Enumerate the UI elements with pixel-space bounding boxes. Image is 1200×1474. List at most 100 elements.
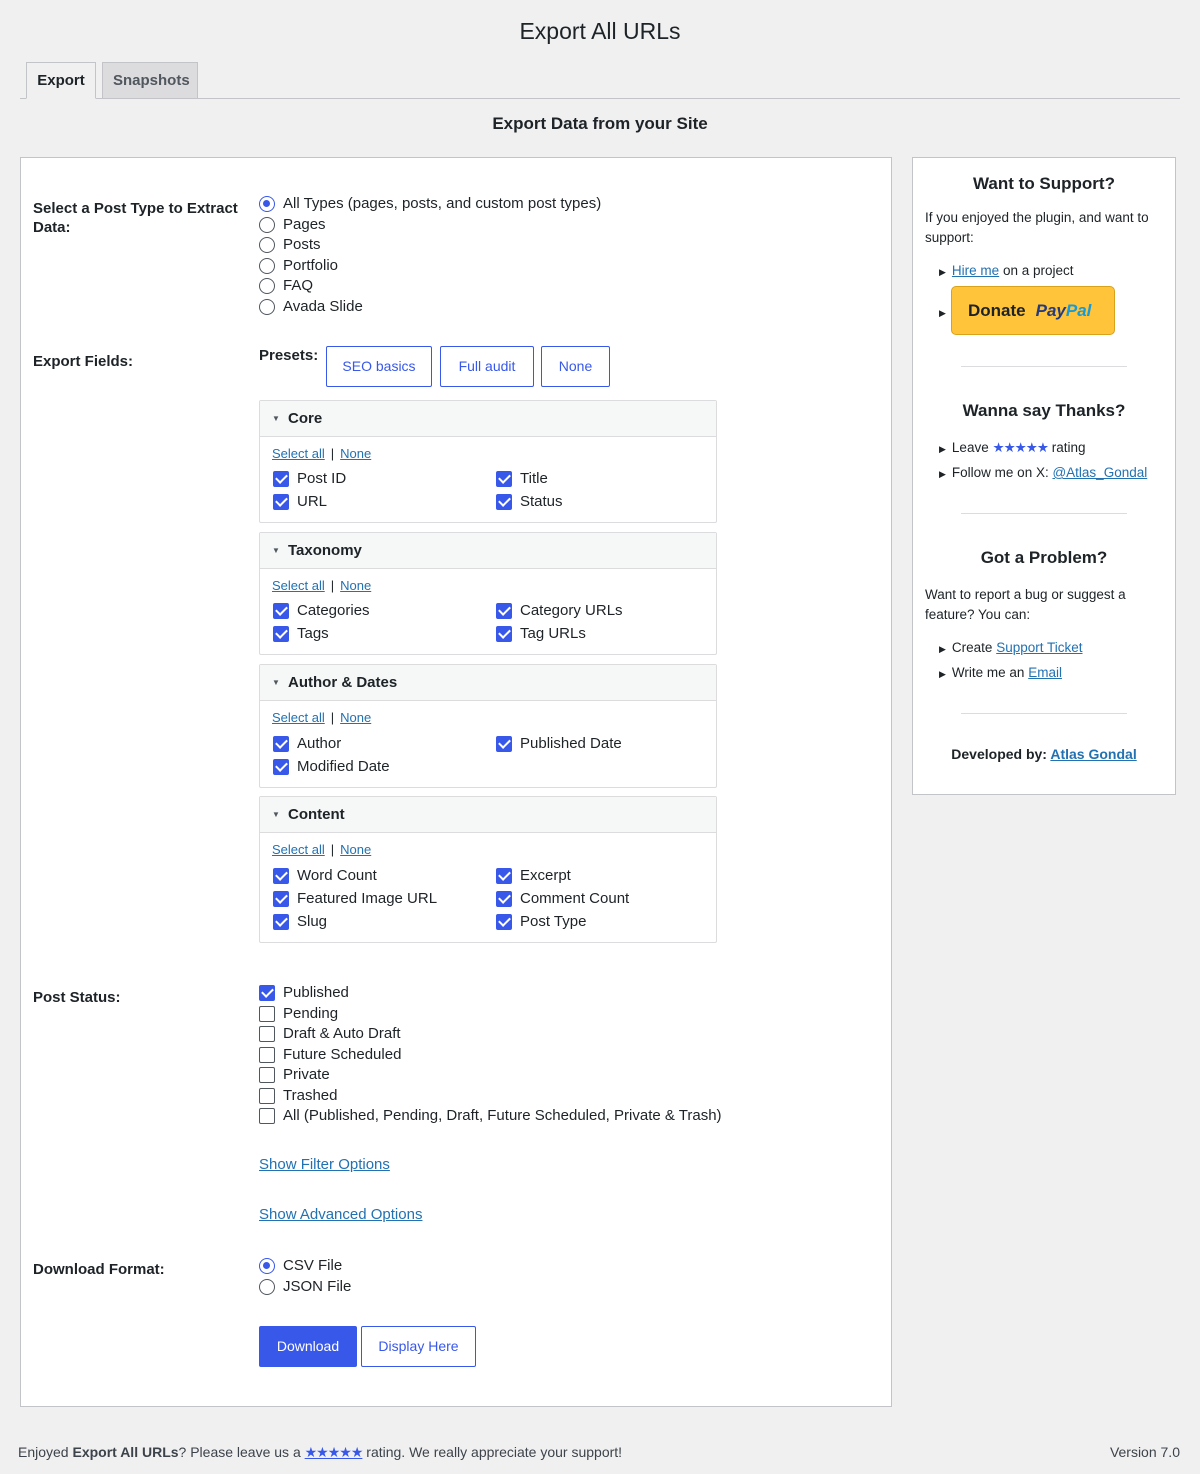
checkbox-checked-icon bbox=[273, 736, 289, 752]
status-pending[interactable]: Pending bbox=[259, 1004, 338, 1024]
field-comment-count[interactable]: Comment Count bbox=[496, 889, 629, 909]
export-fields-label: Export Fields: bbox=[33, 353, 134, 370]
post-type-option-pages[interactable]: Pages bbox=[259, 215, 326, 235]
checkbox-checked-icon bbox=[259, 985, 275, 1001]
select-all-link[interactable]: Select all bbox=[272, 446, 325, 461]
preset-full-audit-button[interactable]: Full audit bbox=[440, 346, 534, 387]
radio-icon bbox=[259, 237, 275, 253]
hire-me-link[interactable]: Hire me bbox=[952, 263, 999, 278]
select-all-link[interactable]: Select all bbox=[272, 578, 325, 593]
field-published-date[interactable]: Published Date bbox=[496, 734, 622, 754]
post-type-option-posts[interactable]: Posts bbox=[259, 235, 321, 255]
field-post-id[interactable]: Post ID bbox=[273, 469, 346, 489]
field-excerpt[interactable]: Excerpt bbox=[496, 866, 571, 886]
format-json[interactable]: JSON File bbox=[259, 1277, 351, 1297]
show-filter-options-link[interactable]: Show Filter Options bbox=[259, 1156, 390, 1173]
status-label: Published bbox=[283, 984, 349, 1001]
show-advanced-options-link[interactable]: Show Advanced Options bbox=[259, 1206, 422, 1223]
post-type-option-all[interactable]: All Types (pages, posts, and custom post… bbox=[259, 194, 601, 214]
tab-export[interactable]: Export bbox=[26, 62, 96, 99]
select-none-link[interactable]: None bbox=[340, 578, 371, 593]
paypal-logo-part: Pal bbox=[1065, 301, 1092, 320]
field-title[interactable]: Title bbox=[496, 469, 548, 489]
x-handle-link[interactable]: @Atlas_Gondal bbox=[1052, 465, 1147, 480]
group-header[interactable]: ▼ Content bbox=[260, 797, 716, 833]
field-url[interactable]: URL bbox=[273, 492, 327, 512]
divider bbox=[961, 513, 1127, 514]
caret-down-icon: ▼ bbox=[272, 546, 280, 555]
status-published[interactable]: Published bbox=[259, 983, 349, 1003]
footer-plugin-name: Export All URLs bbox=[72, 1444, 179, 1460]
select-all-link[interactable]: Select all bbox=[272, 842, 325, 857]
radio-label: FAQ bbox=[283, 277, 314, 294]
status-label: Trashed bbox=[283, 1087, 338, 1104]
checkbox-checked-icon bbox=[496, 891, 512, 907]
follow-item: ▶ Follow me on X: @Atlas_Gondal bbox=[939, 464, 1147, 483]
field-tags[interactable]: Tags bbox=[273, 624, 329, 644]
status-trashed[interactable]: Trashed bbox=[259, 1086, 337, 1106]
field-post-type[interactable]: Post Type bbox=[496, 912, 586, 932]
field-modified-date[interactable]: Modified Date bbox=[273, 757, 390, 777]
star-rating-link[interactable]: ★★★★★ bbox=[992, 440, 1049, 455]
field-status[interactable]: Status bbox=[496, 492, 563, 512]
support-ticket-link[interactable]: Support Ticket bbox=[996, 640, 1082, 655]
rating-text: rating bbox=[1047, 440, 1086, 455]
footer-text: Enjoyed bbox=[18, 1444, 73, 1460]
preset-seo-basics-button[interactable]: SEO basics bbox=[326, 346, 432, 387]
field-tag-urls[interactable]: Tag URLs bbox=[496, 624, 586, 644]
checkbox-icon bbox=[259, 1047, 275, 1063]
field-slug[interactable]: Slug bbox=[273, 912, 327, 932]
group-header[interactable]: ▼ Author & Dates bbox=[260, 665, 716, 701]
field-featured-image-url[interactable]: Featured Image URL bbox=[273, 889, 437, 909]
preset-none-button[interactable]: None bbox=[541, 346, 610, 387]
developer-link[interactable]: Atlas Gondal bbox=[1050, 746, 1136, 762]
donate-paypal-button[interactable]: Donate PayPal bbox=[951, 286, 1115, 335]
checkbox-checked-icon bbox=[496, 603, 512, 619]
post-type-option-faq[interactable]: FAQ bbox=[259, 276, 313, 296]
field-label: Tags bbox=[297, 625, 329, 642]
status-future-scheduled[interactable]: Future Scheduled bbox=[259, 1045, 401, 1065]
field-label: Word Count bbox=[297, 867, 377, 884]
download-button[interactable]: Download bbox=[259, 1326, 357, 1367]
footer-rating-link[interactable]: ★★★★★ bbox=[305, 1444, 364, 1460]
group-header[interactable]: ▼ Core bbox=[260, 401, 716, 437]
triangle-bullet-icon: ▶ bbox=[939, 308, 946, 318]
status-label: Draft & Auto Draft bbox=[283, 1025, 401, 1042]
select-none-link[interactable]: None bbox=[340, 842, 371, 857]
group-header[interactable]: ▼ Taxonomy bbox=[260, 533, 716, 569]
donate-label: Donate bbox=[968, 301, 1026, 320]
status-draft[interactable]: Draft & Auto Draft bbox=[259, 1024, 401, 1044]
field-label: Author bbox=[297, 735, 342, 752]
field-group-core: ▼ Core Select all | None Post ID Title URL … bbox=[259, 400, 717, 523]
display-here-button[interactable]: Display Here bbox=[361, 1326, 476, 1367]
field-category-urls[interactable]: Category URLs bbox=[496, 601, 623, 621]
status-label: Pending bbox=[283, 1005, 339, 1022]
version-label: Version 7.0 bbox=[1109, 1444, 1180, 1460]
status-all[interactable]: All (Published, Pending, Draft, Future S… bbox=[259, 1106, 722, 1126]
radio-icon bbox=[259, 258, 275, 274]
select-all-link[interactable]: Select all bbox=[272, 710, 325, 725]
download-format-label: Download Format: bbox=[33, 1261, 165, 1278]
leave-text: Leave bbox=[951, 440, 993, 455]
divider bbox=[961, 366, 1127, 367]
checkbox-checked-icon bbox=[273, 494, 289, 510]
field-author[interactable]: Author bbox=[273, 734, 341, 754]
support-sidebar: Want to Support? If you enjoyed the plug… bbox=[912, 157, 1176, 795]
radio-label: Avada Slide bbox=[283, 298, 363, 315]
tab-snapshots[interactable]: Snapshots bbox=[102, 62, 198, 99]
post-type-option-avada-slide[interactable]: Avada Slide bbox=[259, 297, 363, 317]
footer-text: rating. We really appreciate your suppor… bbox=[362, 1444, 623, 1460]
post-type-option-portfolio[interactable]: Portfolio bbox=[259, 256, 338, 276]
caret-down-icon: ▼ bbox=[272, 678, 280, 687]
field-categories[interactable]: Categories bbox=[273, 601, 370, 621]
email-link[interactable]: Email bbox=[1028, 665, 1062, 680]
select-none-link[interactable]: None bbox=[340, 710, 371, 725]
format-csv[interactable]: CSV File bbox=[259, 1256, 342, 1276]
field-word-count[interactable]: Word Count bbox=[273, 866, 377, 886]
group-select-links: Select all | None bbox=[272, 578, 371, 594]
select-none-link[interactable]: None bbox=[340, 446, 371, 461]
separator: | bbox=[330, 578, 335, 593]
developer-label: Developed by: bbox=[951, 746, 1047, 762]
status-private[interactable]: Private bbox=[259, 1065, 330, 1085]
paypal-logo: PayPal bbox=[1036, 301, 1092, 320]
